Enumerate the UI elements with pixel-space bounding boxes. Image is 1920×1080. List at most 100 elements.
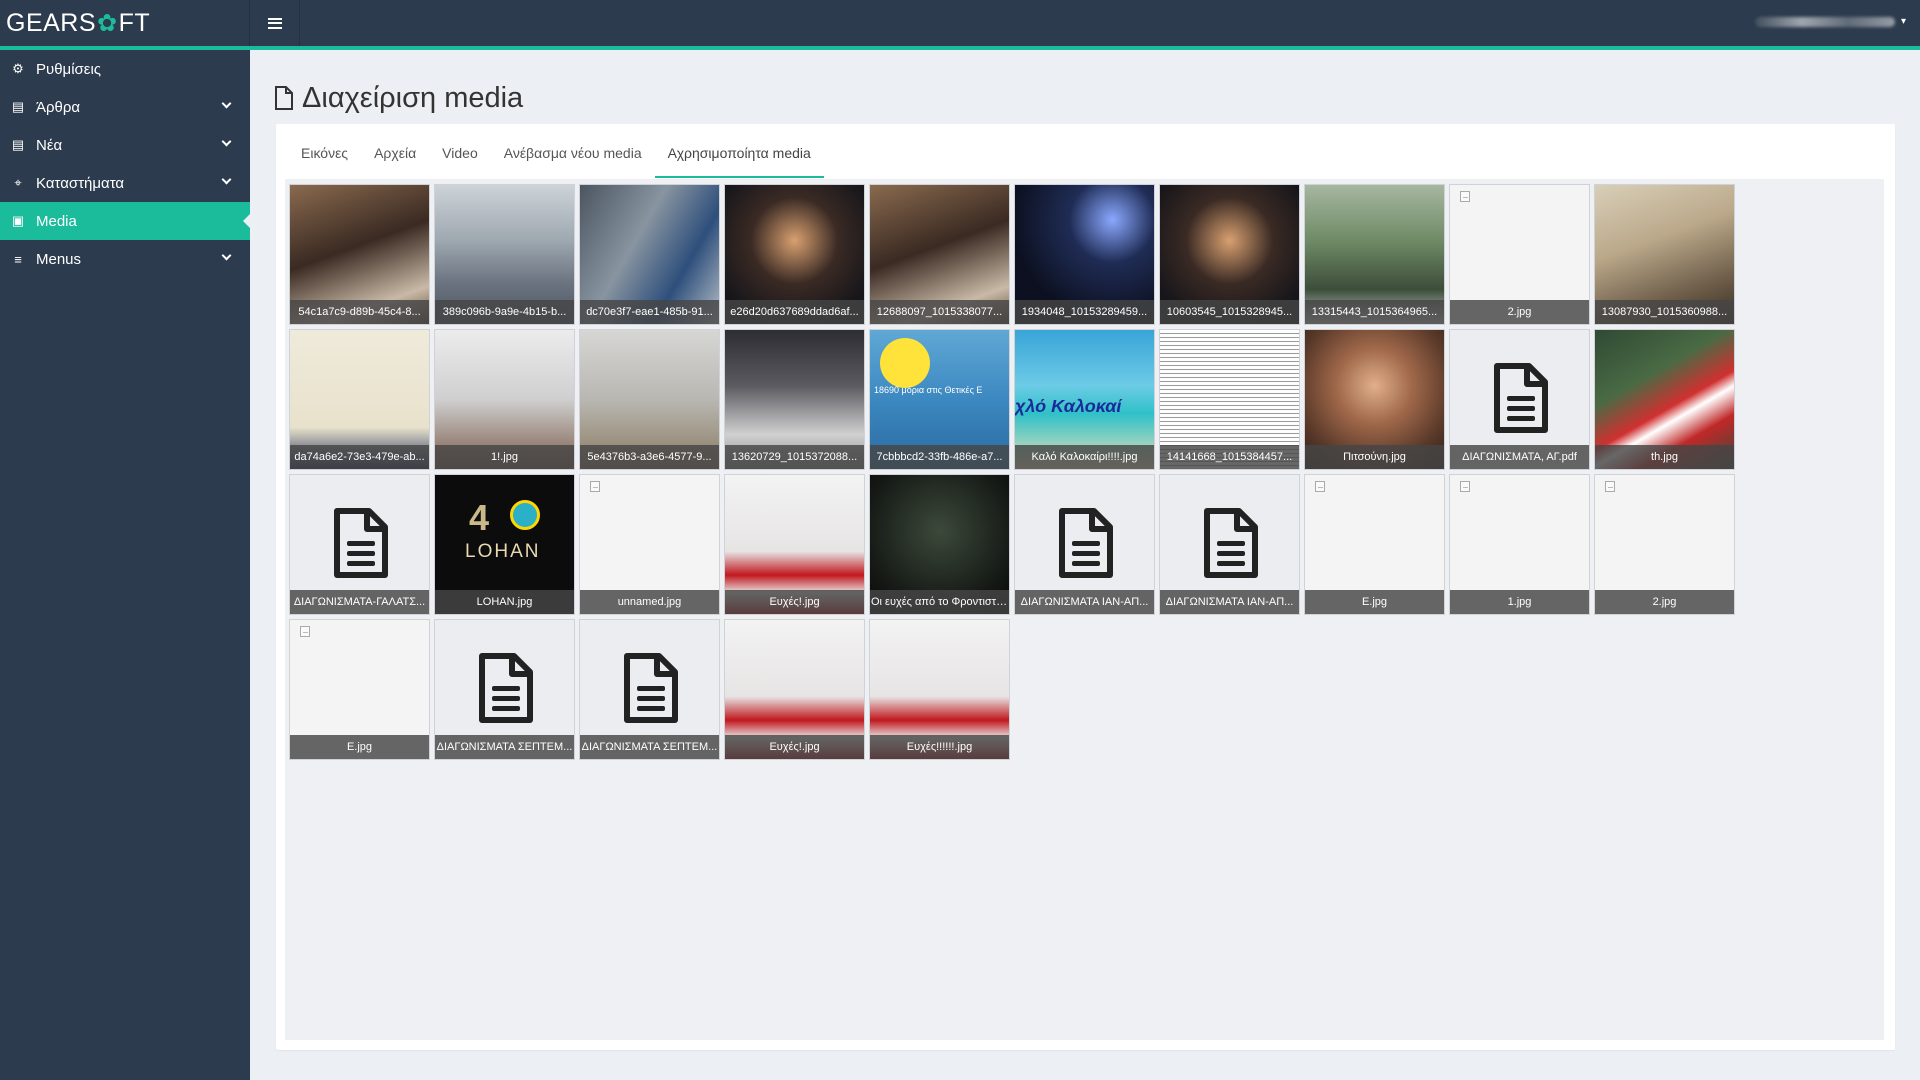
- media-caption: Πιτσούνη.jpg: [1305, 445, 1444, 469]
- media-caption: 10603545_1015328945...: [1160, 300, 1299, 324]
- media-tile[interactable]: 18690 μόρια στις Θετικές Ε 7cbbbcd2-33fb-…: [869, 329, 1010, 470]
- media-tile[interactable]: 1!.jpg: [434, 329, 575, 470]
- page-header: Διαχείριση media: [274, 80, 523, 116]
- media-tile[interactable]: 10603545_1015328945...: [1159, 184, 1300, 325]
- media-tile[interactable]: da74a6e2-73e3-479e-ab...: [289, 329, 430, 470]
- media-caption: 13620729_1015372088...: [725, 445, 864, 469]
- media-tile[interactable]: 1.jpg: [1449, 474, 1590, 615]
- chevron-down-icon: [221, 98, 232, 109]
- media-tile[interactable]: Πιτσούνη.jpg: [1304, 329, 1445, 470]
- broken-image-icon: [300, 626, 310, 637]
- media-tile[interactable]: 4 LOHAN LOHAN.jpg: [434, 474, 575, 615]
- media-caption: dc70e3f7-eae1-485b-91...: [580, 300, 719, 324]
- sidebar-item-label: Καταστήματα: [36, 174, 125, 192]
- media-caption: Ευχές!.jpg: [725, 735, 864, 759]
- media-caption: E.jpg: [1305, 590, 1444, 614]
- brand-logo[interactable]: GEARS ✿ FT: [0, 0, 250, 46]
- lohan-logo-icon: 4: [469, 497, 490, 538]
- sidebar-item-0[interactable]: ⚙ Ρυθμίσεις: [0, 50, 250, 88]
- image-icon: ▣: [11, 213, 25, 228]
- media-tile[interactable]: ΔΙΑΓΩΝΙΣΜΑΤΑ-ΓΑΛΑΤΣ...: [289, 474, 430, 615]
- media-caption: 12688097_1015338077...: [870, 300, 1009, 324]
- media-tile[interactable]: 1934048_10153289459...: [1014, 184, 1155, 325]
- tab-2[interactable]: Video: [429, 124, 491, 178]
- media-tile[interactable]: ΔΙΑΓΩΝΙΣΜΑΤΑ ΙΑΝ-ΑΠ...: [1014, 474, 1155, 615]
- media-tile[interactable]: e26d20d637689ddad6af...: [724, 184, 865, 325]
- media-tile[interactable]: 13620729_1015372088...: [724, 329, 865, 470]
- sidebar-toggle-button[interactable]: [250, 0, 300, 46]
- media-caption: 2.jpg: [1450, 300, 1589, 324]
- media-caption: Ευχές!!!!!!.jpg: [870, 735, 1009, 759]
- thumbnail-overlay-text: 18690 μόρια στις Θετικές Ε: [874, 385, 983, 395]
- media-caption: Ευχές!.jpg: [725, 590, 864, 614]
- media-panel: Εικόνες Αρχεία Video Ανέβασμα νέου media Αχρ…: [276, 124, 1895, 1050]
- document-file-icon: [479, 653, 533, 723]
- media-caption: 5e4376b3-a3e6-4577-9...: [580, 445, 719, 469]
- sidebar-item-1[interactable]: ▤ Άρθρα: [0, 88, 250, 126]
- sidebar-item-5[interactable]: ≡ Menus: [0, 240, 250, 278]
- user-menu[interactable]: ▾: [1754, 16, 1906, 27]
- thumbnail-overlay-text: χλό Καλοκαί: [1015, 396, 1122, 416]
- tab-0[interactable]: Εικόνες: [288, 124, 361, 178]
- sidebar-item-label: Νέα: [36, 136, 63, 154]
- media-tile[interactable]: Ευχές!.jpg: [724, 474, 865, 615]
- sidebar-item-label: Media: [36, 212, 77, 230]
- media-tile[interactable]: 54c1a7c9-d89b-45c4-8...: [289, 184, 430, 325]
- media-tile[interactable]: Ευχές!.jpg: [724, 619, 865, 760]
- media-caption: ΔΙΑΓΩΝΙΣΜΑΤΑ ΣΕΠΤΕΜ...: [435, 735, 574, 759]
- media-caption: 13087930_1015360988...: [1595, 300, 1734, 324]
- media-tile[interactable]: 389c096b-9a9e-4b15-b...: [434, 184, 575, 325]
- media-tile[interactable]: Ευχές!!!!!!.jpg: [869, 619, 1010, 760]
- media-tile[interactable]: ΔΙΑΓΩΝΙΣΜΑΤΑ ΙΑΝ-ΑΠ...: [1159, 474, 1300, 615]
- media-caption: E.jpg: [290, 735, 429, 759]
- media-tile[interactable]: E.jpg: [1304, 474, 1445, 615]
- media-caption: 7cbbbcd2-33fb-486e-a7...: [870, 445, 1009, 469]
- tab-3[interactable]: Ανέβασμα νέου media: [491, 124, 655, 178]
- media-caption: 54c1a7c9-d89b-45c4-8...: [290, 300, 429, 324]
- tab-4[interactable]: Αχρησιμοποίητα media: [654, 124, 824, 178]
- sidebar-item-2[interactable]: ▤ Νέα: [0, 126, 250, 164]
- media-tile[interactable]: th.jpg: [1594, 329, 1735, 470]
- caret-down-icon: ▾: [1900, 16, 1906, 27]
- map-marker-icon: ⌖: [14, 175, 22, 190]
- media-tile[interactable]: 12688097_1015338077...: [869, 184, 1010, 325]
- media-tile[interactable]: χλό Καλοκαί Καλό Καλοκαίρι!!!!.jpg: [1014, 329, 1155, 470]
- settings-icon: ⚙: [12, 61, 24, 76]
- logo-text-right: FT: [118, 8, 151, 37]
- media-caption: LOHAN.jpg: [435, 590, 574, 614]
- media-tile[interactable]: 2.jpg: [1449, 184, 1590, 325]
- media-caption: ΔΙΑΓΩΝΙΣΜΑΤΑ ΙΑΝ-ΑΠ...: [1015, 590, 1154, 614]
- media-caption: 2.jpg: [1595, 590, 1734, 614]
- media-tile[interactable]: unnamed.jpg: [579, 474, 720, 615]
- media-tile[interactable]: Οι ευχές από το Φροντιστή...: [869, 474, 1010, 615]
- media-caption: 1!.jpg: [435, 445, 574, 469]
- media-tile[interactable]: 5e4376b3-a3e6-4577-9...: [579, 329, 720, 470]
- media-tile[interactable]: ΔΙΑΓΩΝΙΣΜΑΤΑ ΣΕΠΤΕΜ...: [434, 619, 575, 760]
- article-icon: ▤: [11, 99, 25, 114]
- top-navbar: GEARS ✿ FT ▾: [0, 0, 1920, 46]
- sidebar-item-3[interactable]: ⌖ Καταστήματα: [0, 164, 250, 202]
- hamburger-icon: [267, 17, 282, 29]
- media-tile[interactable]: 13315443_1015364965...: [1304, 184, 1445, 325]
- media-tile[interactable]: E.jpg: [289, 619, 430, 760]
- sidebar-menu: ⚙ Ρυθμίσεις ▤ Άρθρα ▤ Νέα ⌖ Καταστήματα ▣ Media ≡ M…: [0, 50, 250, 278]
- tab-1[interactable]: Αρχεία: [361, 124, 429, 178]
- media-caption: ΔΙΑΓΩΝΙΣΜΑΤΑ, ΑΓ.pdf: [1450, 445, 1589, 469]
- media-tile[interactable]: ΔΙΑΓΩΝΙΣΜΑΤΑ, ΑΓ.pdf: [1449, 329, 1590, 470]
- media-tile[interactable]: dc70e3f7-eae1-485b-91...: [579, 184, 720, 325]
- media-tabs: Εικόνες Αρχεία Video Ανέβασμα νέου media Αχρ…: [276, 124, 824, 178]
- sidebar-item-label: Ρυθμίσεις: [36, 60, 102, 78]
- sidebar-item-4[interactable]: ▣ Media: [0, 202, 250, 240]
- media-caption: e26d20d637689ddad6af...: [725, 300, 864, 324]
- broken-image-icon: [1605, 481, 1615, 492]
- file-icon: [275, 86, 293, 110]
- logo-text-left: GEARS: [6, 8, 97, 37]
- list-icon: ≡: [14, 251, 22, 267]
- media-caption: unnamed.jpg: [580, 590, 719, 614]
- media-tile[interactable]: 2.jpg: [1594, 474, 1735, 615]
- thumbnail-overlay-text: LOHAN: [465, 541, 541, 562]
- media-caption: 14141668_1015384457...: [1160, 445, 1299, 469]
- media-tile[interactable]: ΔΙΑΓΩΝΙΣΜΑΤΑ ΣΕΠΤΕΜ...: [579, 619, 720, 760]
- media-tile[interactable]: 14141668_1015384457...: [1159, 329, 1300, 470]
- media-tile[interactable]: 13087930_1015360988...: [1594, 184, 1735, 325]
